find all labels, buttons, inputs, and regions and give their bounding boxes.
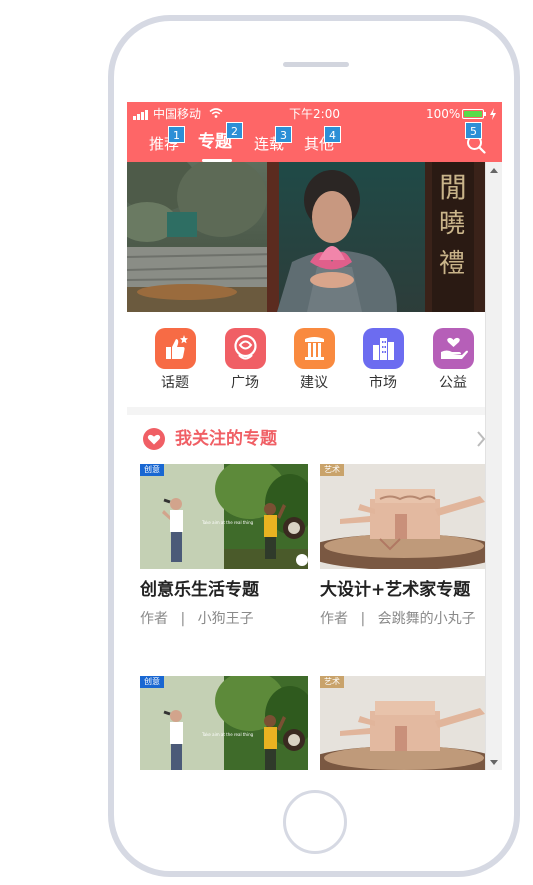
app-screen: 中国移动 下午2:00 100% 推荐 专题 连载 其他 1 2 3 4 5 閒… [127, 102, 502, 770]
category-label: 建议 [300, 375, 328, 391]
card-image: Take aim at the real thing 创意 [140, 676, 308, 770]
status-bar: 中国移动 下午2:00 100% [127, 102, 502, 126]
scroll-up-icon[interactable] [490, 168, 498, 173]
card-author: 作者 | 小狗王子 [140, 609, 308, 629]
scrollbar[interactable] [485, 162, 502, 770]
category-label: 广场 [231, 375, 259, 391]
topic-card[interactable]: Take aim at the real thing 创意 [140, 676, 308, 770]
author-label: 作者 [140, 611, 168, 627]
buildings-icon [362, 328, 404, 369]
section-divider [127, 407, 485, 415]
scroll-down-icon[interactable] [490, 760, 498, 765]
card-author: 作者 | 会跳舞的小丸子 [320, 609, 485, 629]
svg-text:Take aim at the real thing: Take aim at the real thing [201, 520, 254, 525]
heart-icon [143, 428, 165, 450]
charity-icon [432, 328, 474, 369]
category-tag: 艺术 [320, 464, 344, 476]
svg-text:閒: 閒 [439, 171, 467, 204]
home-button[interactable] [283, 790, 347, 854]
battery-icon [462, 109, 484, 119]
category-row: 话题 广场 建议 市场 公益 [127, 312, 485, 407]
topic-card[interactable]: Take aim at the real thing 创意 创意乐生活专题 作者… [140, 464, 308, 629]
pillar-icon [293, 328, 335, 369]
category-label: 话题 [161, 375, 189, 391]
card-title: 创意乐生活专题 [140, 580, 259, 600]
banner-image[interactable]: 閒 曉 禮 [127, 162, 485, 312]
tab-badge: 4 [324, 126, 341, 143]
card-image: Take aim at the real thing 创意 [140, 464, 308, 569]
card-image: 艺术 [320, 464, 485, 569]
top-nav: 推荐 专题 连载 其他 1 2 3 4 5 [127, 122, 502, 162]
category-square[interactable]: 广场 [215, 328, 275, 393]
topic-card[interactable]: 艺术 大设计+艺术家专题 作者 | 会跳舞的小丸子 [320, 464, 485, 629]
section-header: 我关注的专题 [127, 415, 485, 465]
category-suggest[interactable]: 建议 [284, 328, 344, 393]
chevron-right-icon[interactable] [476, 430, 485, 448]
category-label: 公益 [439, 375, 467, 391]
category-tag: 创意 [140, 464, 164, 476]
phone-speaker [283, 62, 349, 67]
section-title: 我关注的专题 [175, 429, 277, 449]
card-image: 艺术 [320, 676, 485, 770]
category-market[interactable]: 市场 [353, 328, 413, 393]
battery-tip [484, 112, 486, 116]
author-label: 作者 [320, 611, 348, 627]
thumbs-up-icon [154, 328, 196, 369]
meta-separator: | [360, 611, 366, 627]
content-area[interactable]: 閒 曉 禮 话题 广场 建议 市场 公益 我关注的专题 Take aim at … [127, 162, 485, 770]
tab-badge: 3 [275, 126, 292, 143]
category-charity[interactable]: 公益 [423, 328, 483, 393]
svg-text:曉: 曉 [439, 209, 465, 239]
search-badge: 5 [465, 122, 482, 139]
svg-text:禮: 禮 [439, 249, 465, 279]
topic-card[interactable]: 艺术 [320, 676, 485, 770]
card-title: 大设计+艺术家专题 [320, 580, 471, 600]
author-name: 小狗王子 [197, 611, 254, 627]
tab-badge: 1 [168, 126, 185, 143]
rose-icon [224, 328, 266, 369]
category-topic[interactable]: 话题 [145, 328, 205, 393]
category-tag: 艺术 [320, 676, 344, 688]
author-name: 会跳舞的小丸子 [377, 611, 476, 627]
charging-icon [490, 108, 496, 120]
category-tag: 创意 [140, 676, 164, 688]
tab-badge: 2 [226, 122, 243, 139]
category-label: 市场 [369, 375, 397, 391]
meta-separator: | [180, 611, 186, 627]
battery-percent: 100% [426, 107, 461, 121]
svg-text:Take aim at the real thing: Take aim at the real thing [201, 732, 254, 737]
